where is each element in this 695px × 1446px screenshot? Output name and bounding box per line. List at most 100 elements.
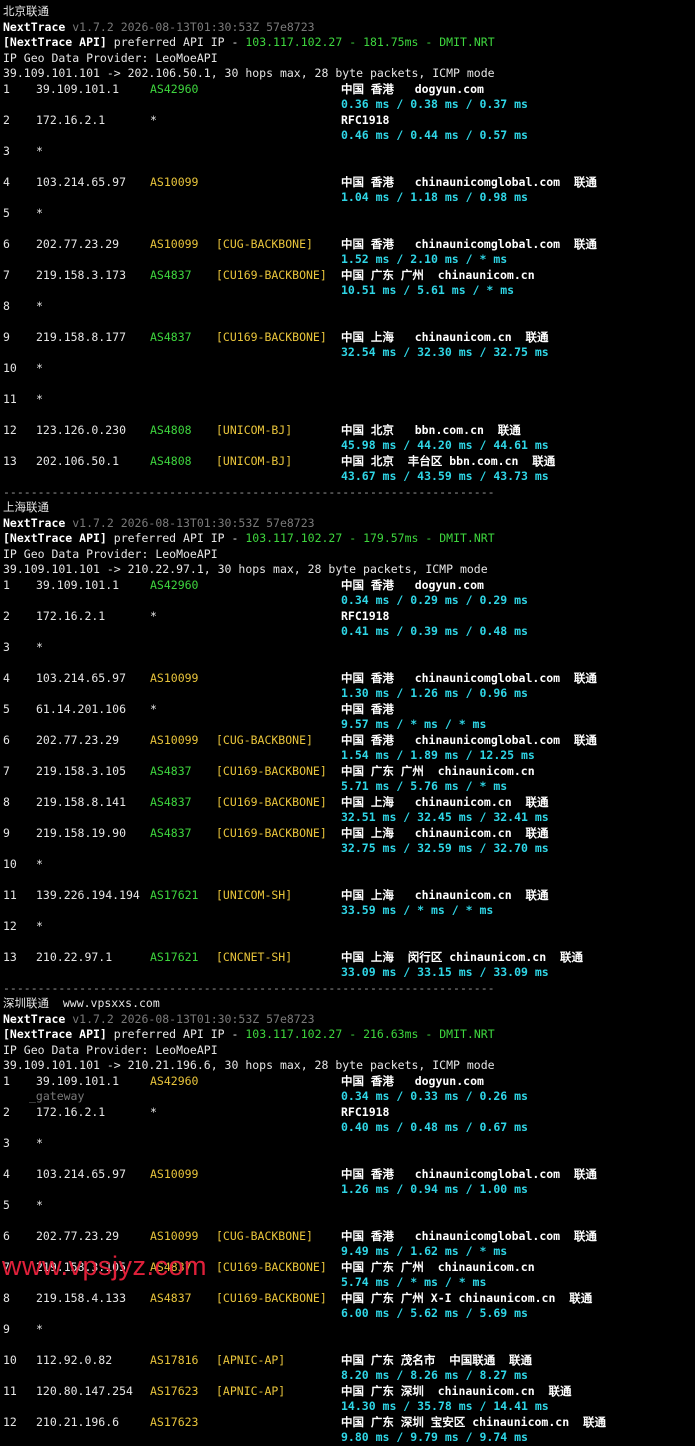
hop-asn: AS4808 (150, 422, 192, 437)
hop-tag: [CU169-BACKBONE] (216, 267, 327, 282)
hop-geo: 中国 香港 chinaunicomglobal.com 联通 (341, 670, 597, 685)
hop-ip: * (36, 298, 43, 313)
hop-latency: 9.57 ms / * ms / * ms (341, 717, 487, 731)
hop-ip: 172.16.2.1 (36, 112, 106, 127)
hop-latency: 9.49 ms / 1.62 ms / * ms (341, 1244, 508, 1258)
hop-ip: 103.214.65.97 (36, 174, 127, 189)
hop-tag: [CU169-BACKBONE] (216, 329, 327, 344)
api-latency: 216.63ms (363, 1027, 419, 1041)
hop-asn: AS17816 (150, 1352, 199, 1367)
hop-tag: [CNCNET-SH] (216, 949, 293, 964)
hop-row: 9 * (3, 1322, 695, 1338)
api-line: [NextTrace API] preferred API IP - 103.1… (3, 531, 695, 547)
hop-geo: 中国 上海 chinaunicom.cn 联通 (341, 887, 549, 902)
hop-row: 3 * (3, 1136, 695, 1152)
hop-asn: AS17623 (150, 1383, 199, 1398)
hop-number: 7 (3, 763, 10, 778)
hop-number: 4 (3, 670, 10, 685)
api-line: [NextTrace API] preferred API IP - 103.1… (3, 1027, 695, 1043)
hop-row: 11 * (3, 392, 695, 408)
hop-ip: 219.158.3.105 (36, 763, 127, 778)
hop-row: 5 * (3, 1198, 695, 1214)
hop-geo: RFC1918 (341, 1104, 390, 1119)
hop-latency-row: 33.09 ms / 33.15 ms / 33.09 ms (3, 965, 695, 981)
hop-geo: 中国 香港 chinaunicomglobal.com 联通 (341, 1228, 597, 1243)
hop-latency-row: 9.80 ms / 9.79 ms / 9.74 ms (3, 1430, 695, 1446)
hop-latency-row (3, 159, 695, 175)
hop-ip: * (36, 1321, 43, 1336)
hop-number: 13 (3, 949, 17, 964)
geo-provider-line: IP Geo Data Provider: LeoMoeAPI (3, 50, 218, 65)
hop-latency-row: 8.20 ms / 8.26 ms / 8.27 ms (3, 1368, 695, 1384)
hop-latency-row (3, 407, 695, 423)
hop-geo: 中国 北京 bbn.com.cn 联通 (341, 422, 521, 437)
hop-latency-row: 1.52 ms / 2.10 ms / * ms (3, 252, 695, 268)
hop-latency-row (3, 655, 695, 671)
version-line: NextTrace v1.7.2 2026-08-13T01:30:53Z 57… (3, 516, 695, 532)
hop-latency: 32.51 ms / 32.45 ms / 32.41 ms (341, 810, 549, 824)
hop-number: 12 (3, 918, 17, 933)
hop-latency: 14.30 ms / 35.78 ms / 14.41 ms (341, 1399, 549, 1413)
hop-tag: [APNIC-AP] (216, 1352, 286, 1367)
hop-number: 2 (3, 608, 10, 623)
hop-latency: 33.59 ms / * ms / * ms (341, 903, 494, 917)
hop-tag: [UNICOM-SH] (216, 887, 293, 902)
hop-row: 10 * (3, 857, 695, 873)
hop-geo: 中国 香港 chinaunicomglobal.com 联通 (341, 236, 597, 251)
hop-latency-row (3, 1337, 695, 1353)
hop-ip: 219.158.8.177 (36, 329, 127, 344)
api-node: DMIT.NRT (439, 531, 495, 545)
hop-row: 8 * (3, 299, 695, 315)
hop-asn: AS4837 (150, 794, 192, 809)
section-title: 北京联通 (3, 4, 49, 18)
version-info: v1.7.2 2026-08-13T01:30:53Z 57e8723 (65, 1011, 315, 1026)
hop-row: 1 39.109.101.1 AS42960 中国 香港 dogyun.com (3, 578, 695, 594)
tool-name: NextTrace (3, 515, 66, 530)
api-prefix: [NextTrace API] (3, 531, 107, 545)
hop-row: 6 202.77.23.29 AS10099 [CUG-BACKBONE] 中国 香港 … (3, 237, 695, 253)
hop-row: 6 202.77.23.29 AS10099 [CUG-BACKBONE] 中国 香港 … (3, 1229, 695, 1245)
hop-row: 13 210.22.97.1 AS17621 [CNCNET-SH] 中国 上海 闵行区… (3, 950, 695, 966)
hop-latency: 9.80 ms / 9.79 ms / 9.74 ms (341, 1430, 528, 1444)
api-text: preferred API IP - (106, 531, 246, 545)
hop-asn: AS10099 (150, 236, 199, 251)
hop-tag: [CUG-BACKBONE] (216, 1228, 313, 1243)
hop-ip: 120.80.147.254 (36, 1383, 133, 1398)
hop-row: 8 219.158.4.133 AS4837 [CU169-BACKBONE] 中国 广… (3, 1291, 695, 1307)
hop-geo: 中国 广东 广州 X-I chinaunicom.cn 联通 (341, 1290, 593, 1305)
terminal-output: 北京联通 NextTrace v1.7.2 2026-08-13T01:30:53… (3, 4, 695, 1446)
hop-latency-row: 1.30 ms / 1.26 ms / 0.96 ms (3, 686, 695, 702)
hop-asn: AS10099 (150, 1228, 199, 1243)
hop-latency: 32.75 ms / 32.59 ms / 32.70 ms (341, 841, 549, 855)
hop-geo: 中国 上海 闵行区 chinaunicom.cn 联通 (341, 949, 583, 964)
hop-geo: 中国 广东 深圳 宝安区 chinaunicom.cn 联通 (341, 1414, 606, 1429)
hop-latency-row (3, 1151, 695, 1167)
hop-ip: * (36, 918, 43, 933)
hop-number: 4 (3, 174, 10, 189)
hop-ip: * (36, 360, 43, 375)
hop-geo: 中国 上海 chinaunicom.cn 联通 (341, 825, 549, 840)
hop-tag: [CUG-BACKBONE] (216, 732, 313, 747)
geo-provider-line: IP Geo Data Provider: LeoMoeAPI (3, 1042, 218, 1057)
hop-latency-row: 14.30 ms / 35.78 ms / 14.41 ms (3, 1399, 695, 1415)
hop-latency-row (3, 314, 695, 330)
hop-number: 9 (3, 1321, 10, 1336)
version-line: NextTrace v1.7.2 2026-08-13T01:30:53Z 57… (3, 20, 695, 36)
hop-row: 9 219.158.8.177 AS4837 [CU169-BACKBONE] 中国 上… (3, 330, 695, 346)
hop-ip: 39.109.101.1 (36, 1073, 120, 1088)
hop-asn: AS10099 (150, 732, 199, 747)
hop-latency: 43.67 ms / 43.59 ms / 43.73 ms (341, 469, 549, 483)
hop-latency: 0.41 ms / 0.39 ms / 0.48 ms (341, 624, 528, 638)
hop-tag: [CU169-BACKBONE] (216, 794, 327, 809)
hop-latency-row: 45.98 ms / 44.20 ms / 44.61 ms (3, 438, 695, 454)
hop-geo: 中国 香港 dogyun.com (341, 1073, 484, 1088)
hop-ip: 210.21.196.6 (36, 1414, 120, 1429)
hop-latency-row: 32.51 ms / 32.45 ms / 32.41 ms (3, 810, 695, 826)
hop-number: 10 (3, 360, 17, 375)
hop-latency: 1.26 ms / 0.94 ms / 1.00 ms (341, 1182, 528, 1196)
hop-geo: 中国 北京 丰台区 bbn.com.cn 联通 (341, 453, 556, 468)
hop-latency-row (3, 221, 695, 237)
hop-number: 12 (3, 1414, 17, 1429)
hop-ip: 210.22.97.1 (36, 949, 113, 964)
hop-number: 11 (3, 887, 17, 902)
